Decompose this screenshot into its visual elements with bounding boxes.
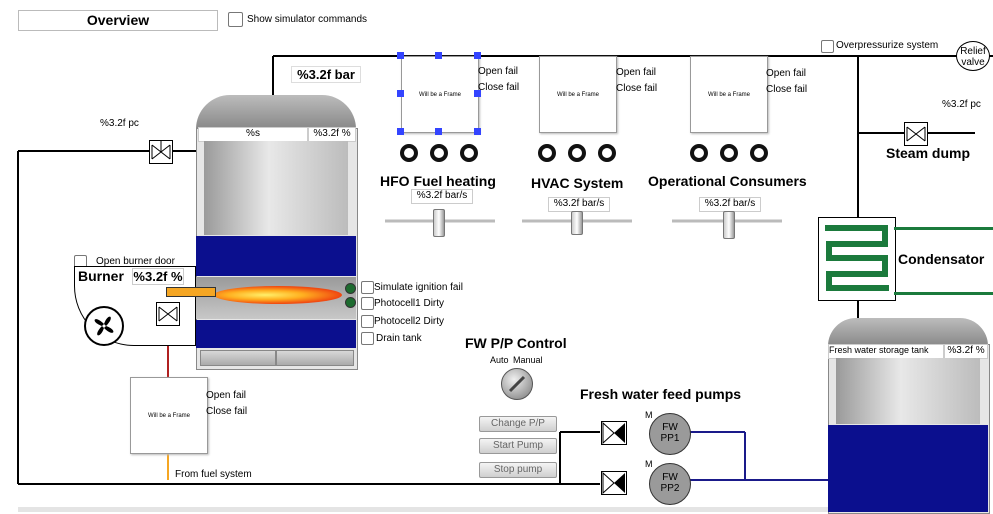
boiler-level-percent: %3.2f % [308, 127, 356, 142]
boiler-outlet-pc-label: %3.2f pc [100, 118, 139, 129]
hvac-coil-icons [536, 142, 620, 164]
tank-air-space [836, 358, 980, 424]
drain-tank-checkbox[interactable] [361, 332, 374, 345]
simulate-ignition-fail-checkbox[interactable] [361, 281, 374, 294]
overpressurize-system-label: Overpressurize system [836, 40, 939, 51]
condensator-box [818, 217, 896, 301]
condensator-coil-icon [825, 225, 889, 291]
overview-title: Overview [18, 10, 218, 31]
hfo-close-fail-label: Close fail [478, 82, 520, 93]
operational-open-fail-label: Open fail [766, 68, 807, 79]
burner-percent: %3.2f % [132, 268, 184, 285]
boiler-water-lower [196, 320, 356, 348]
boiler-water-upper [196, 236, 356, 276]
hvac-value: %3.2f bar/s [548, 197, 610, 212]
photocell-indicator-1 [345, 283, 356, 294]
boiler-dome [196, 95, 356, 129]
photocell2-dirty-checkbox[interactable] [361, 315, 374, 328]
operational-title: Operational Consumers [648, 173, 807, 189]
hfo-coil-icons [398, 142, 482, 164]
boiler-level-text: %s [198, 127, 308, 142]
pump1-name-line1: FW [662, 422, 678, 433]
overpressurize-system-checkbox[interactable] [821, 40, 834, 53]
hfo-title: HFO Fuel heating [380, 173, 496, 189]
steam-dump-valve[interactable] [904, 122, 928, 146]
condensator-label: Condensator [898, 251, 985, 267]
pump2[interactable]: FW PP2 [649, 463, 691, 505]
fuel-frame: Will be a Frame [130, 377, 208, 454]
tank-dome [828, 318, 988, 346]
photocell1-dirty-label: Photocell1 Dirty [374, 298, 445, 309]
photocell-indicator-2 [345, 297, 356, 308]
pumps-title: Fresh water feed pumps [580, 386, 742, 402]
mode-manual-label: Manual [513, 355, 543, 365]
tank-water [828, 425, 988, 512]
tank-percent: %3.2f % [944, 344, 988, 359]
fw-control-title: FW P/P Control [465, 335, 567, 351]
burner-title: Burner [78, 268, 124, 284]
valve-icon [906, 126, 926, 142]
hvac-open-fail-label: Open fail [616, 67, 657, 78]
selection-handles [397, 52, 481, 135]
hfo-value: %3.2f bar/s [411, 189, 473, 204]
burner-fan-icon [84, 306, 124, 346]
boiler-steam-space [204, 141, 348, 235]
operational-value: %3.2f bar/s [699, 197, 761, 212]
check-valve-icon [602, 471, 625, 495]
operational-slider-thumb[interactable] [723, 211, 735, 239]
hvac-frame: Will be a Frame [539, 56, 617, 133]
photocell2-dirty-label: Photocell2 Dirty [374, 316, 445, 327]
change-pump-button[interactable]: Change P/P [479, 416, 557, 432]
hfo-open-fail-label: Open fail [478, 66, 519, 77]
stop-pump-button[interactable]: Stop pump [479, 462, 557, 478]
pump2-check-valve[interactable] [601, 471, 627, 495]
check-valve-icon [602, 421, 625, 445]
pump2-name-line2: PP2 [660, 483, 680, 494]
pump1[interactable]: FW PP1 [649, 413, 691, 455]
show-simulator-commands-label: Show simulator commands [247, 14, 368, 25]
mode-auto-label: Auto [490, 355, 509, 365]
horizontal-scrollbar[interactable] [18, 507, 828, 512]
boiler-drain-panel-left [200, 350, 276, 366]
boiler-pressure-readout: %3.2f bar [291, 66, 361, 83]
boiler-drain-panel-right [276, 350, 354, 366]
show-simulator-commands-checkbox[interactable] [228, 12, 243, 27]
operational-frame: Will be a Frame [690, 56, 768, 133]
hvac-slider-thumb[interactable] [571, 211, 583, 235]
drain-tank-label: Drain tank [376, 333, 422, 344]
hvac-close-fail-label: Close fail [616, 83, 658, 94]
start-pump-button[interactable]: Start Pump [479, 438, 557, 454]
hfo-slider-thumb[interactable] [433, 209, 445, 237]
pump1-check-valve[interactable] [601, 421, 627, 445]
tank-name: Fresh water storage tank [828, 344, 944, 359]
burner-valve[interactable] [156, 302, 180, 326]
burner-flame [214, 286, 342, 304]
valve-icon [158, 306, 178, 322]
boiler-outlet-valve[interactable] [149, 140, 173, 164]
mode-selector-knob[interactable] [501, 368, 533, 400]
operational-coil-icons [688, 142, 772, 164]
steam-dump-pc-label: %3.2f pc [942, 99, 981, 110]
burner-nozzle [166, 287, 216, 297]
simulate-ignition-fail-label: Simulate ignition fail [374, 282, 463, 293]
valve-icon [151, 141, 171, 160]
fuel-open-fail-label: Open fail [206, 390, 247, 401]
photocell1-dirty-checkbox[interactable] [361, 297, 374, 310]
pump2-name-line1: FW [662, 472, 678, 483]
from-fuel-system-label: From fuel system [175, 469, 252, 480]
relief-valve[interactable]: Relief valve [956, 41, 990, 71]
operational-close-fail-label: Close fail [766, 84, 808, 95]
pump1-name-line2: PP1 [660, 433, 680, 444]
hvac-title: HVAC System [531, 175, 624, 191]
fuel-close-fail-label: Close fail [206, 406, 248, 417]
steam-dump-label: Steam dump [886, 145, 971, 161]
